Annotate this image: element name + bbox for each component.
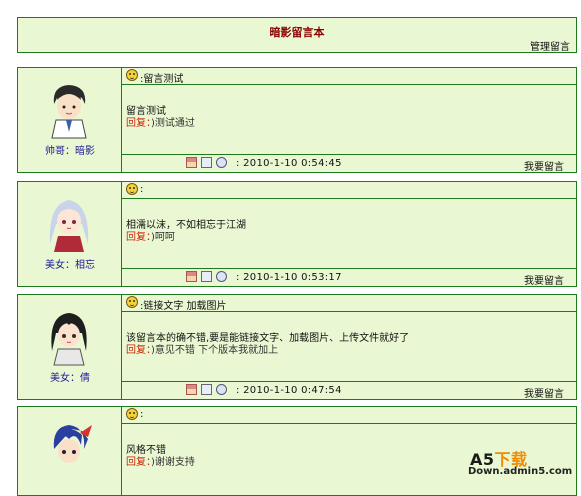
- admin-reply: 回复：)谢谢支持: [126, 453, 195, 468]
- ip-info-icon[interactable]: [216, 271, 227, 282]
- avatar: [53, 425, 92, 463]
- smiley-icon: [126, 183, 138, 195]
- leave-message-link[interactable]: 我要留言: [524, 272, 564, 287]
- avatar: [49, 200, 89, 252]
- author-nickname: 美女：倩: [50, 373, 90, 384]
- meta-row: : 2010-1-10 0:53:17 我要留言: [122, 268, 576, 287]
- homepage-icon[interactable]: [186, 157, 197, 168]
- post-timestamp: : 2010-1-10 0:53:17: [236, 272, 342, 283]
- page-title: 暗影留言本: [269, 26, 325, 39]
- homepage-icon[interactable]: [186, 271, 197, 282]
- post-timestamp: : 2010-1-10 0:47:54: [236, 385, 342, 396]
- meta-row: : 2010-1-10 0:54:45 我要留言: [122, 154, 576, 173]
- admin-reply: 回复：)意见不错 下个版本我就加上: [126, 341, 278, 356]
- watermark-logo: A5下载 Down.admin5.com: [466, 446, 578, 480]
- smiley-icon: [126, 296, 138, 308]
- homepage-icon[interactable]: [186, 384, 197, 395]
- subject-row: :链接文字 加载图片: [122, 295, 576, 312]
- reply-label: 回复：: [126, 232, 151, 243]
- reply-text: )意见不错 下个版本我就加上: [151, 345, 279, 356]
- ip-info-icon[interactable]: [216, 157, 227, 168]
- message-subject: :: [140, 184, 144, 195]
- message-subject: :留言测试: [140, 74, 184, 85]
- email-icon[interactable]: [201, 157, 212, 168]
- subject-row: :: [122, 407, 576, 424]
- message-body: : 相濡以沫，不如相忘于江湖 回复：)呵呵 : 2010-1-10 0:53:1…: [122, 182, 576, 287]
- leave-message-link[interactable]: 我要留言: [524, 385, 564, 400]
- reply-label: 回复：: [126, 118, 151, 129]
- leave-message-link[interactable]: 我要留言: [524, 158, 564, 173]
- message-body: :留言测试 留言测试 回复：)测试通过 : 2010-1-10 0:54:45 …: [122, 68, 576, 173]
- watermark-site: Down.admin5.com: [468, 466, 573, 477]
- admin-reply: 回复：)测试通过: [126, 114, 195, 129]
- message-entry: 帅哥：暗影 :留言测试 留言测试 回复：)测试通过 : 2010-1-10 0:…: [17, 67, 577, 173]
- author-nickname: 美女：相忘: [45, 260, 95, 271]
- author-column: 帅哥：暗影: [18, 68, 122, 172]
- subject-row: :留言测试: [122, 68, 576, 85]
- reply-text: )测试通过: [151, 118, 195, 129]
- email-icon[interactable]: [201, 271, 212, 282]
- avatar: [51, 313, 87, 366]
- author-column: 美女：倩: [18, 295, 122, 399]
- manage-messages-link[interactable]: 管理留言: [530, 38, 570, 53]
- post-timestamp: : 2010-1-10 0:54:45: [236, 158, 342, 169]
- message-entry: 美女：倩 :链接文字 加载图片 该留言本的确不错,要是能链接文字、加载图片、上传…: [17, 294, 577, 400]
- email-icon[interactable]: [201, 384, 212, 395]
- admin-reply: 回复：)呵呵: [126, 228, 175, 243]
- subject-row: :: [122, 182, 576, 199]
- guestbook-header: 暗影留言本 管理留言: [17, 17, 577, 53]
- message-subject: :: [140, 409, 144, 420]
- ip-info-icon[interactable]: [216, 384, 227, 395]
- author-nickname: 帅哥：暗影: [45, 146, 95, 157]
- smiley-icon: [126, 408, 138, 420]
- message-subject: :链接文字 加载图片: [140, 301, 227, 312]
- author-column: 美女：相忘: [18, 182, 122, 286]
- reply-text: )呵呵: [151, 232, 175, 243]
- author-column: [18, 407, 122, 495]
- reply-text: )谢谢支持: [151, 457, 195, 468]
- meta-row: : 2010-1-10 0:47:54 我要留言: [122, 381, 576, 400]
- message-entry: 美女：相忘 : 相濡以沫，不如相忘于江湖 回复：)呵呵 : 2010-1-10 …: [17, 181, 577, 287]
- smiley-icon: [126, 69, 138, 81]
- avatar: [51, 85, 87, 139]
- reply-label: 回复：: [126, 457, 151, 468]
- reply-label: 回复：: [126, 345, 151, 356]
- message-body: :链接文字 加载图片 该留言本的确不错,要是能链接文字、加载图片、上传文件就好了…: [122, 295, 576, 400]
